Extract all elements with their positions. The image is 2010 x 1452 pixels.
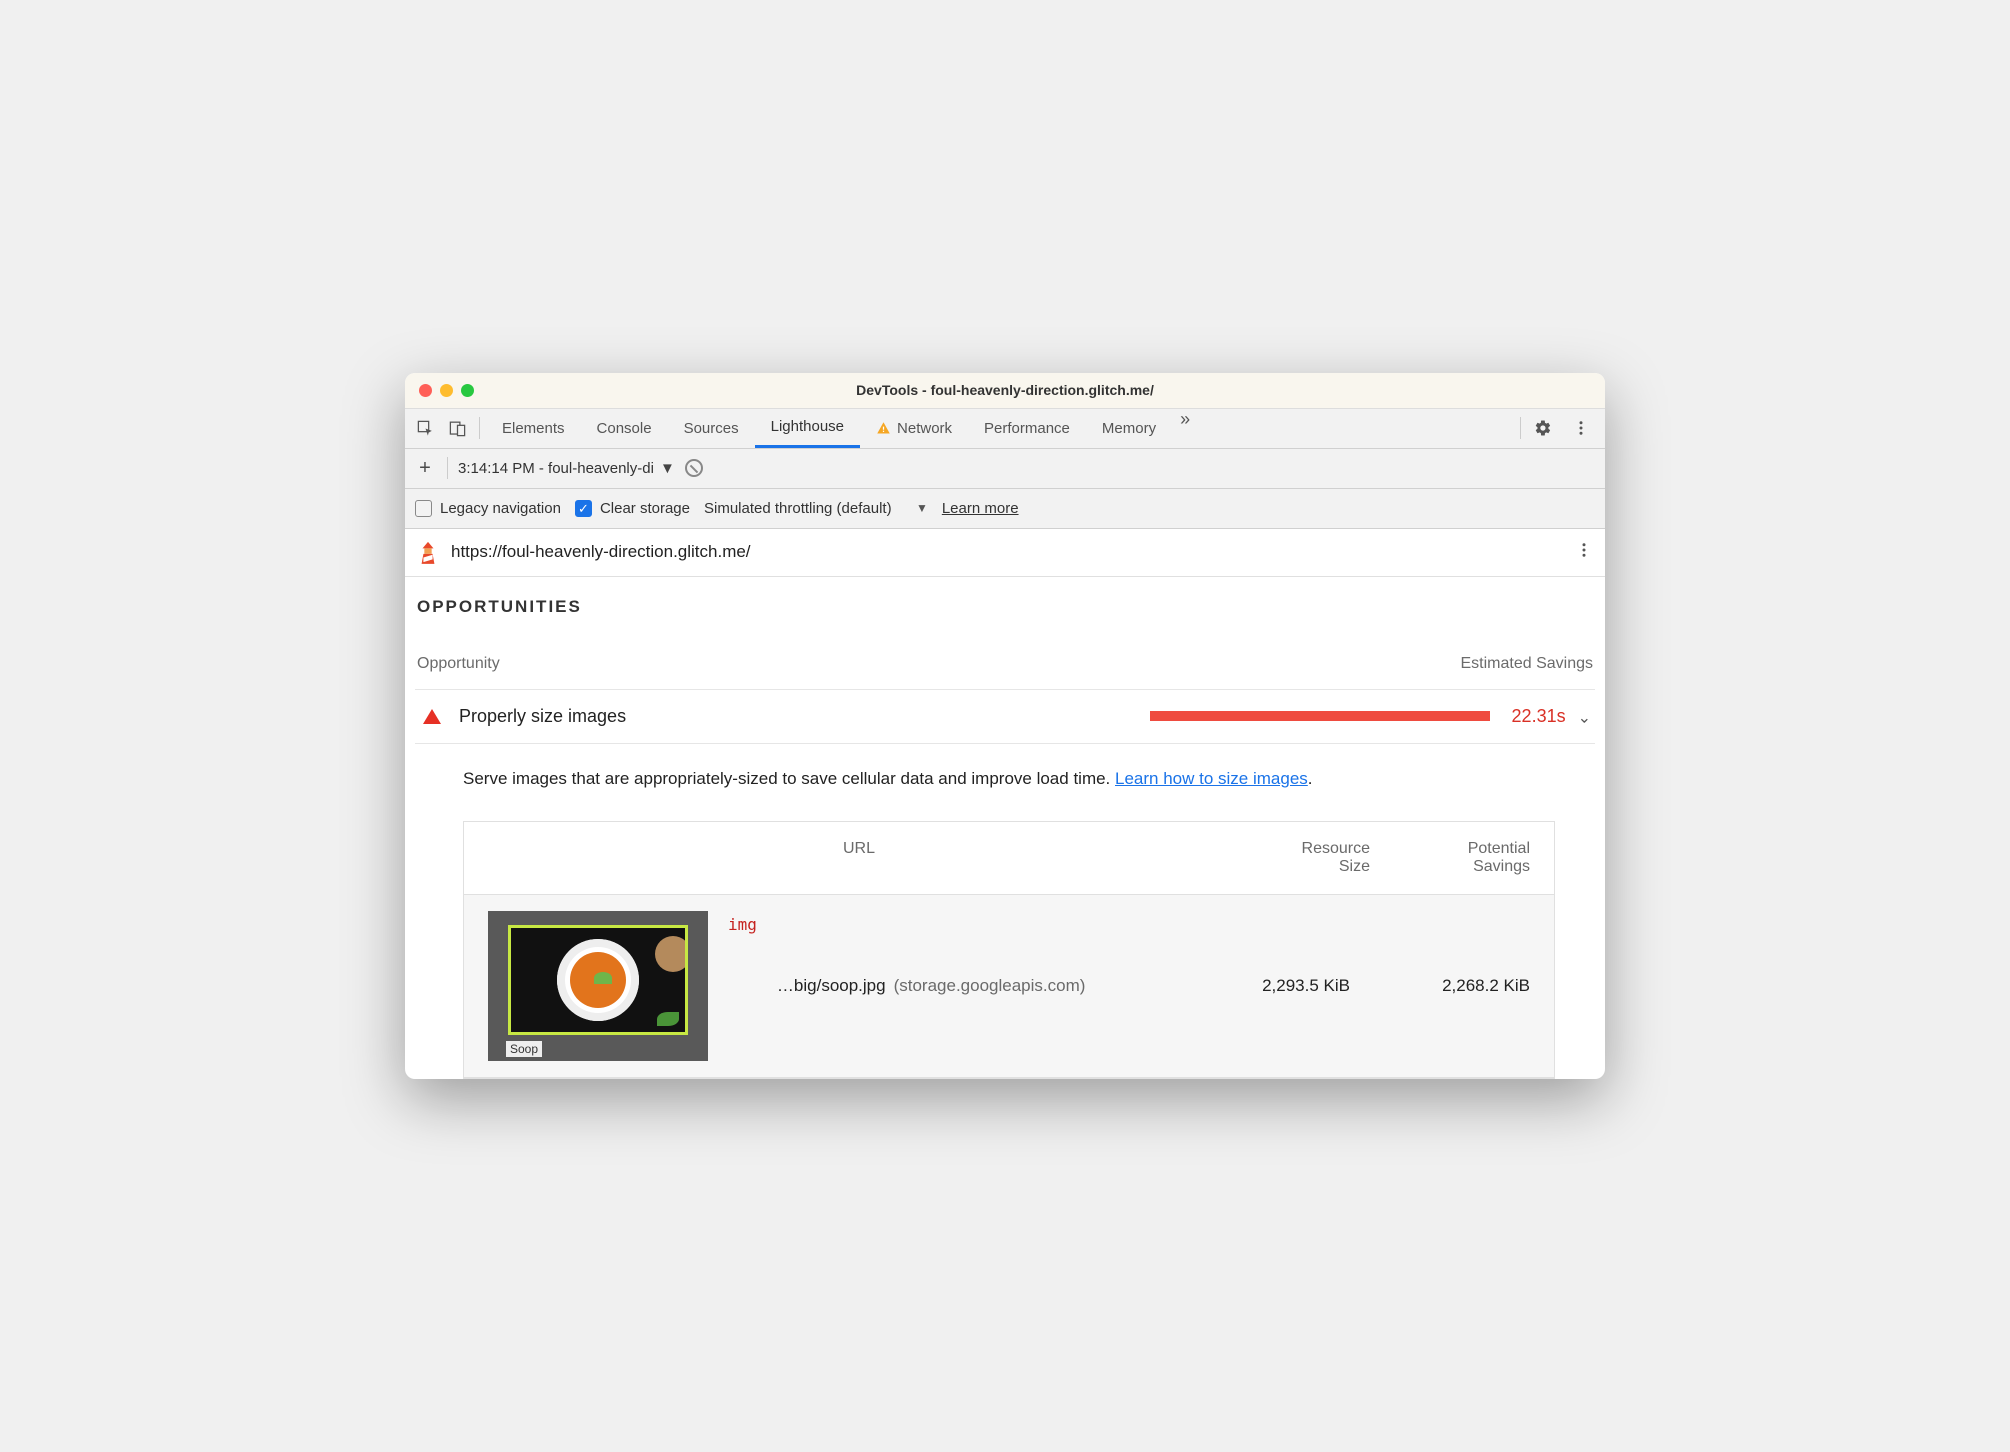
report-menu-icon[interactable] [1575,541,1593,564]
tab-console[interactable]: Console [581,409,668,448]
dropdown-caret-icon: ▼ [660,460,675,477]
tab-label: Lighthouse [771,418,844,435]
col-header-url: URL [488,840,1230,876]
potential-savings: 2,268.2 KiB [1370,976,1530,996]
close-window-button[interactable] [419,384,432,397]
resource-thumbnail: Soop [488,911,708,1061]
opportunity-details: Serve images that are appropriately-size… [415,744,1595,1080]
more-menu-icon[interactable] [1565,412,1597,444]
description-text: Serve images that are appropriately-size… [463,769,1115,788]
chevron-up-icon: ⌃ [1578,706,1591,726]
report-url: https://foul-heavenly-direction.glitch.m… [451,542,1563,562]
throttling-label: Simulated throttling (default) [704,500,892,517]
element-tag: img [728,915,757,934]
fail-triangle-icon [423,709,441,724]
learn-link[interactable]: Learn how to size images [1115,769,1308,788]
clear-report-icon[interactable] [685,459,703,477]
opportunity-row[interactable]: Properly size images 22.31s ⌃ [415,689,1595,744]
resource-size: 2,293.5 KiB [1210,976,1350,996]
table-header: URL ResourceSize PotentialSavings [464,822,1554,895]
dropdown-caret-icon: ▼ [916,501,928,515]
col-header-opportunity: Opportunity [417,655,1460,673]
opportunity-description: Serve images that are appropriately-size… [463,766,1555,792]
table-row[interactable]: Soop img …big/soop.jpg (storage.googleap… [464,895,1554,1078]
checkbox-label: Legacy navigation [440,500,561,517]
settings-icon[interactable] [1527,412,1559,444]
section-title: OPPORTUNITIES [415,595,1595,631]
devtools-tabbar: Elements Console Sources Lighthouse Netw… [405,409,1605,449]
tab-label: Performance [984,420,1070,437]
resource-host: (storage.googleapis.com) [894,976,1086,996]
opportunity-title: Properly size images [459,706,626,727]
report-url-bar: https://foul-heavenly-direction.glitch.m… [405,529,1605,577]
col-header-potential-savings: PotentialSavings [1370,840,1530,876]
tab-sources[interactable]: Sources [668,409,755,448]
lighthouse-toolbar: + 3:14:14 PM - foul-heavenly-di ▼ [405,449,1605,489]
titlebar: DevTools - foul-heavenly-direction.glitc… [405,373,1605,409]
tab-label: Console [597,420,652,437]
lighthouse-logo-icon [417,539,439,565]
panel-tabs: Elements Console Sources Lighthouse Netw… [486,409,1514,448]
divider [447,457,448,479]
learn-more-link[interactable]: Learn more [942,500,1019,517]
tab-lighthouse[interactable]: Lighthouse [755,409,860,448]
col-header-resource-size: ResourceSize [1230,840,1370,876]
tab-network[interactable]: Network [860,409,968,448]
report-content: OPPORTUNITIES Opportunity Estimated Savi… [405,577,1605,1080]
throttling-select[interactable]: Simulated throttling (default) ▼ [704,500,928,517]
report-select[interactable]: 3:14:14 PM - foul-heavenly-di ▼ [458,460,675,477]
tab-elements[interactable]: Elements [486,409,581,448]
warning-icon [876,421,891,436]
divider [1520,417,1521,439]
clear-storage-checkbox[interactable]: Clear storage [575,500,690,517]
tab-memory[interactable]: Memory [1086,409,1172,448]
zoom-window-button[interactable] [461,384,474,397]
lighthouse-options-bar: Legacy navigation Clear storage Simulate… [405,489,1605,529]
traffic-lights [405,384,474,397]
checkbox-icon [415,500,432,517]
tab-label: Sources [684,420,739,437]
opportunity-value: 22.31s [1512,706,1566,727]
report-select-label: 3:14:14 PM - foul-heavenly-di [458,460,654,477]
inspect-element-icon[interactable] [409,412,441,444]
resource-path: …big/soop.jpg [777,976,886,996]
tab-performance[interactable]: Performance [968,409,1086,448]
tab-label: Memory [1102,420,1156,437]
legacy-navigation-checkbox[interactable]: Legacy navigation [415,500,561,517]
checkbox-label: Clear storage [600,500,690,517]
opportunity-column-headers: Opportunity Estimated Savings [415,631,1595,689]
opportunity-bar [1150,711,1490,721]
opportunity-bar-wrap [646,711,1489,721]
tab-label: Network [897,420,952,437]
resource-table: URL ResourceSize PotentialSavings [463,821,1555,1079]
device-toolbar-icon[interactable] [441,412,473,444]
minimize-window-button[interactable] [440,384,453,397]
window-title: DevTools - foul-heavenly-direction.glitc… [405,382,1605,398]
new-report-button[interactable]: + [413,457,437,480]
tab-label: Elements [502,420,565,437]
resource-url: …big/soop.jpg (storage.googleapis.com) [777,976,1190,996]
devtools-window: DevTools - foul-heavenly-direction.glitc… [405,373,1605,1080]
thumbnail-caption: Soop [506,1041,542,1057]
description-text: . [1308,769,1313,788]
checkbox-icon [575,500,592,517]
overflow-tabs-button[interactable]: » [1172,409,1198,448]
divider [479,417,480,439]
col-header-savings: Estimated Savings [1460,655,1593,673]
